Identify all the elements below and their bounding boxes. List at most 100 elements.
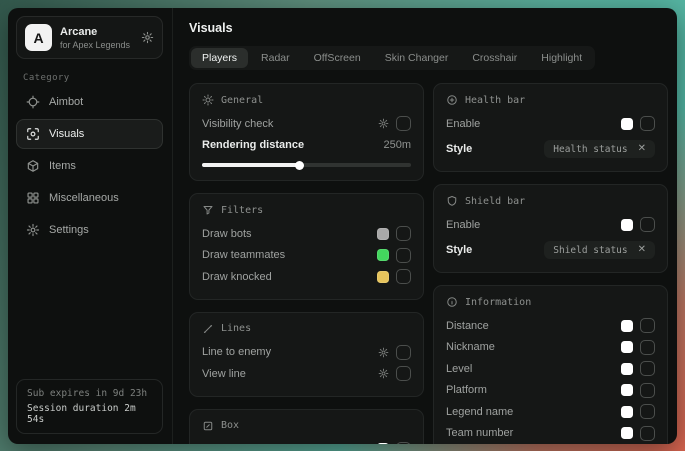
color-swatch[interactable]: [377, 271, 389, 283]
checkbox[interactable]: [640, 426, 655, 441]
tab-radar[interactable]: Radar: [250, 48, 301, 68]
checkbox[interactable]: [396, 226, 411, 241]
sub-expires-text: Sub expires in 9d 23h: [27, 388, 152, 399]
gear-icon[interactable]: [141, 31, 154, 44]
panel-header: General: [202, 94, 411, 106]
page-title: Visuals: [189, 21, 667, 35]
panel-information: Information Distance Nickname: [433, 285, 668, 444]
color-swatch[interactable]: [377, 443, 389, 444]
panel-filters: Filters Draw bots Draw teammates: [189, 193, 424, 300]
rendering-distance-slider[interactable]: [202, 163, 411, 167]
left-column: General Visibility check Rendering dista…: [189, 83, 424, 444]
setting-label: Nickname: [446, 341, 495, 353]
gear-icon[interactable]: [378, 347, 389, 358]
panel-header: Shield bar: [446, 195, 655, 207]
color-swatch[interactable]: [621, 363, 633, 375]
style-select[interactable]: Health status ✕: [544, 140, 655, 158]
setting-row-draw-teammates: Draw teammates: [202, 245, 411, 267]
checkbox[interactable]: [396, 442, 411, 444]
right-column: Health bar Enable Style Health status: [433, 83, 668, 444]
brand-box: A Arcane for Apex Legends: [16, 16, 163, 59]
sidebar-item-label: Items: [49, 160, 76, 172]
panel-title: Shield bar: [465, 196, 525, 207]
color-swatch[interactable]: [377, 249, 389, 261]
sidebar-item-label: Aimbot: [49, 96, 83, 108]
setting-row-legend-name: Legend name: [446, 401, 655, 423]
close-icon[interactable]: ✕: [638, 144, 646, 154]
setting-label: Rendering distance: [202, 139, 304, 151]
sun-icon: [202, 94, 214, 106]
setting-row-nickname: Nickname: [446, 337, 655, 359]
panel-title: Health bar: [465, 95, 525, 106]
style-select[interactable]: Shield status ✕: [544, 241, 655, 259]
color-swatch[interactable]: [621, 219, 633, 231]
checkbox[interactable]: [640, 318, 655, 333]
sidebar-item-miscellaneous[interactable]: Miscellaneous: [16, 183, 163, 213]
checkbox[interactable]: [396, 116, 411, 131]
color-swatch[interactable]: [621, 118, 633, 130]
sidebar-item-label: Settings: [49, 224, 89, 236]
color-swatch[interactable]: [377, 228, 389, 240]
setting-label: Draw knocked: [202, 271, 272, 283]
tab-players[interactable]: Players: [191, 48, 248, 68]
checkbox[interactable]: [640, 361, 655, 376]
tab-skin-changer[interactable]: Skin Changer: [374, 48, 460, 68]
tab-crosshair[interactable]: Crosshair: [461, 48, 528, 68]
panel-header: Box: [202, 420, 411, 432]
panel-title: Box: [221, 420, 239, 431]
brand-text: Arcane for Apex Legends: [60, 26, 130, 50]
panel-header: Filters: [202, 204, 411, 216]
subscription-info-box: Sub expires in 9d 23h Session duration 2…: [16, 379, 163, 434]
setting-row-rendering-distance: Rendering distance 250m: [202, 135, 411, 157]
grid-icon: [26, 191, 40, 205]
checkbox[interactable]: [396, 366, 411, 381]
slider-thumb[interactable]: [295, 161, 304, 170]
checkbox[interactable]: [640, 383, 655, 398]
checkbox[interactable]: [640, 404, 655, 419]
sidebar-item-items[interactable]: Items: [16, 151, 163, 181]
setting-label: Line to enemy: [202, 346, 271, 358]
shield-icon: [446, 195, 458, 207]
tab-highlight[interactable]: Highlight: [530, 48, 593, 68]
sidebar-item-visuals[interactable]: Visuals: [16, 119, 163, 149]
category-label: Category: [23, 73, 163, 83]
setting-row-health-enable: Enable: [446, 113, 655, 135]
setting-label: Style: [446, 143, 472, 155]
close-icon[interactable]: ✕: [638, 245, 646, 255]
color-swatch[interactable]: [621, 320, 633, 332]
color-swatch[interactable]: [621, 341, 633, 353]
gear-icon[interactable]: [378, 118, 389, 129]
gear-icon: [26, 223, 40, 237]
tab-bar: Players Radar OffScreen Skin Changer Cro…: [189, 46, 595, 70]
color-swatch[interactable]: [621, 427, 633, 439]
sidebar-nav: Aimbot Visuals Items Miscellaneous: [16, 87, 163, 245]
info-icon: [446, 296, 458, 308]
color-swatch[interactable]: [621, 406, 633, 418]
gear-icon[interactable]: [378, 368, 389, 379]
sidebar-item-settings[interactable]: Settings: [16, 215, 163, 245]
box-icon: [202, 420, 214, 432]
checkbox[interactable]: [640, 340, 655, 355]
sidebar-item-aimbot[interactable]: Aimbot: [16, 87, 163, 117]
panel-header: Information: [446, 296, 655, 308]
panel-general: General Visibility check Rendering dista…: [189, 83, 424, 181]
checkbox[interactable]: [640, 217, 655, 232]
checkbox[interactable]: [396, 345, 411, 360]
panel-title: Filters: [221, 205, 263, 216]
color-swatch[interactable]: [621, 384, 633, 396]
eye-scan-icon: [26, 127, 40, 141]
tab-offscreen[interactable]: OffScreen: [303, 48, 372, 68]
checkbox[interactable]: [396, 269, 411, 284]
slider-fill: [202, 163, 300, 167]
setting-label: Distance: [446, 320, 489, 332]
setting-label: Visibility check: [202, 118, 273, 130]
app-subtitle: for Apex Legends: [60, 40, 130, 50]
sidebar: A Arcane for Apex Legends Category Aimbo…: [8, 8, 173, 444]
panel-lines: Lines Line to enemy View line: [189, 312, 424, 397]
setting-row-team-number: Team number: [446, 423, 655, 445]
checkbox[interactable]: [396, 248, 411, 263]
setting-row-health-style: Style Health status ✕: [446, 139, 655, 161]
checkbox[interactable]: [640, 116, 655, 131]
setting-label: Draw teammates: [202, 249, 285, 261]
setting-row-view-line: View line: [202, 363, 411, 385]
